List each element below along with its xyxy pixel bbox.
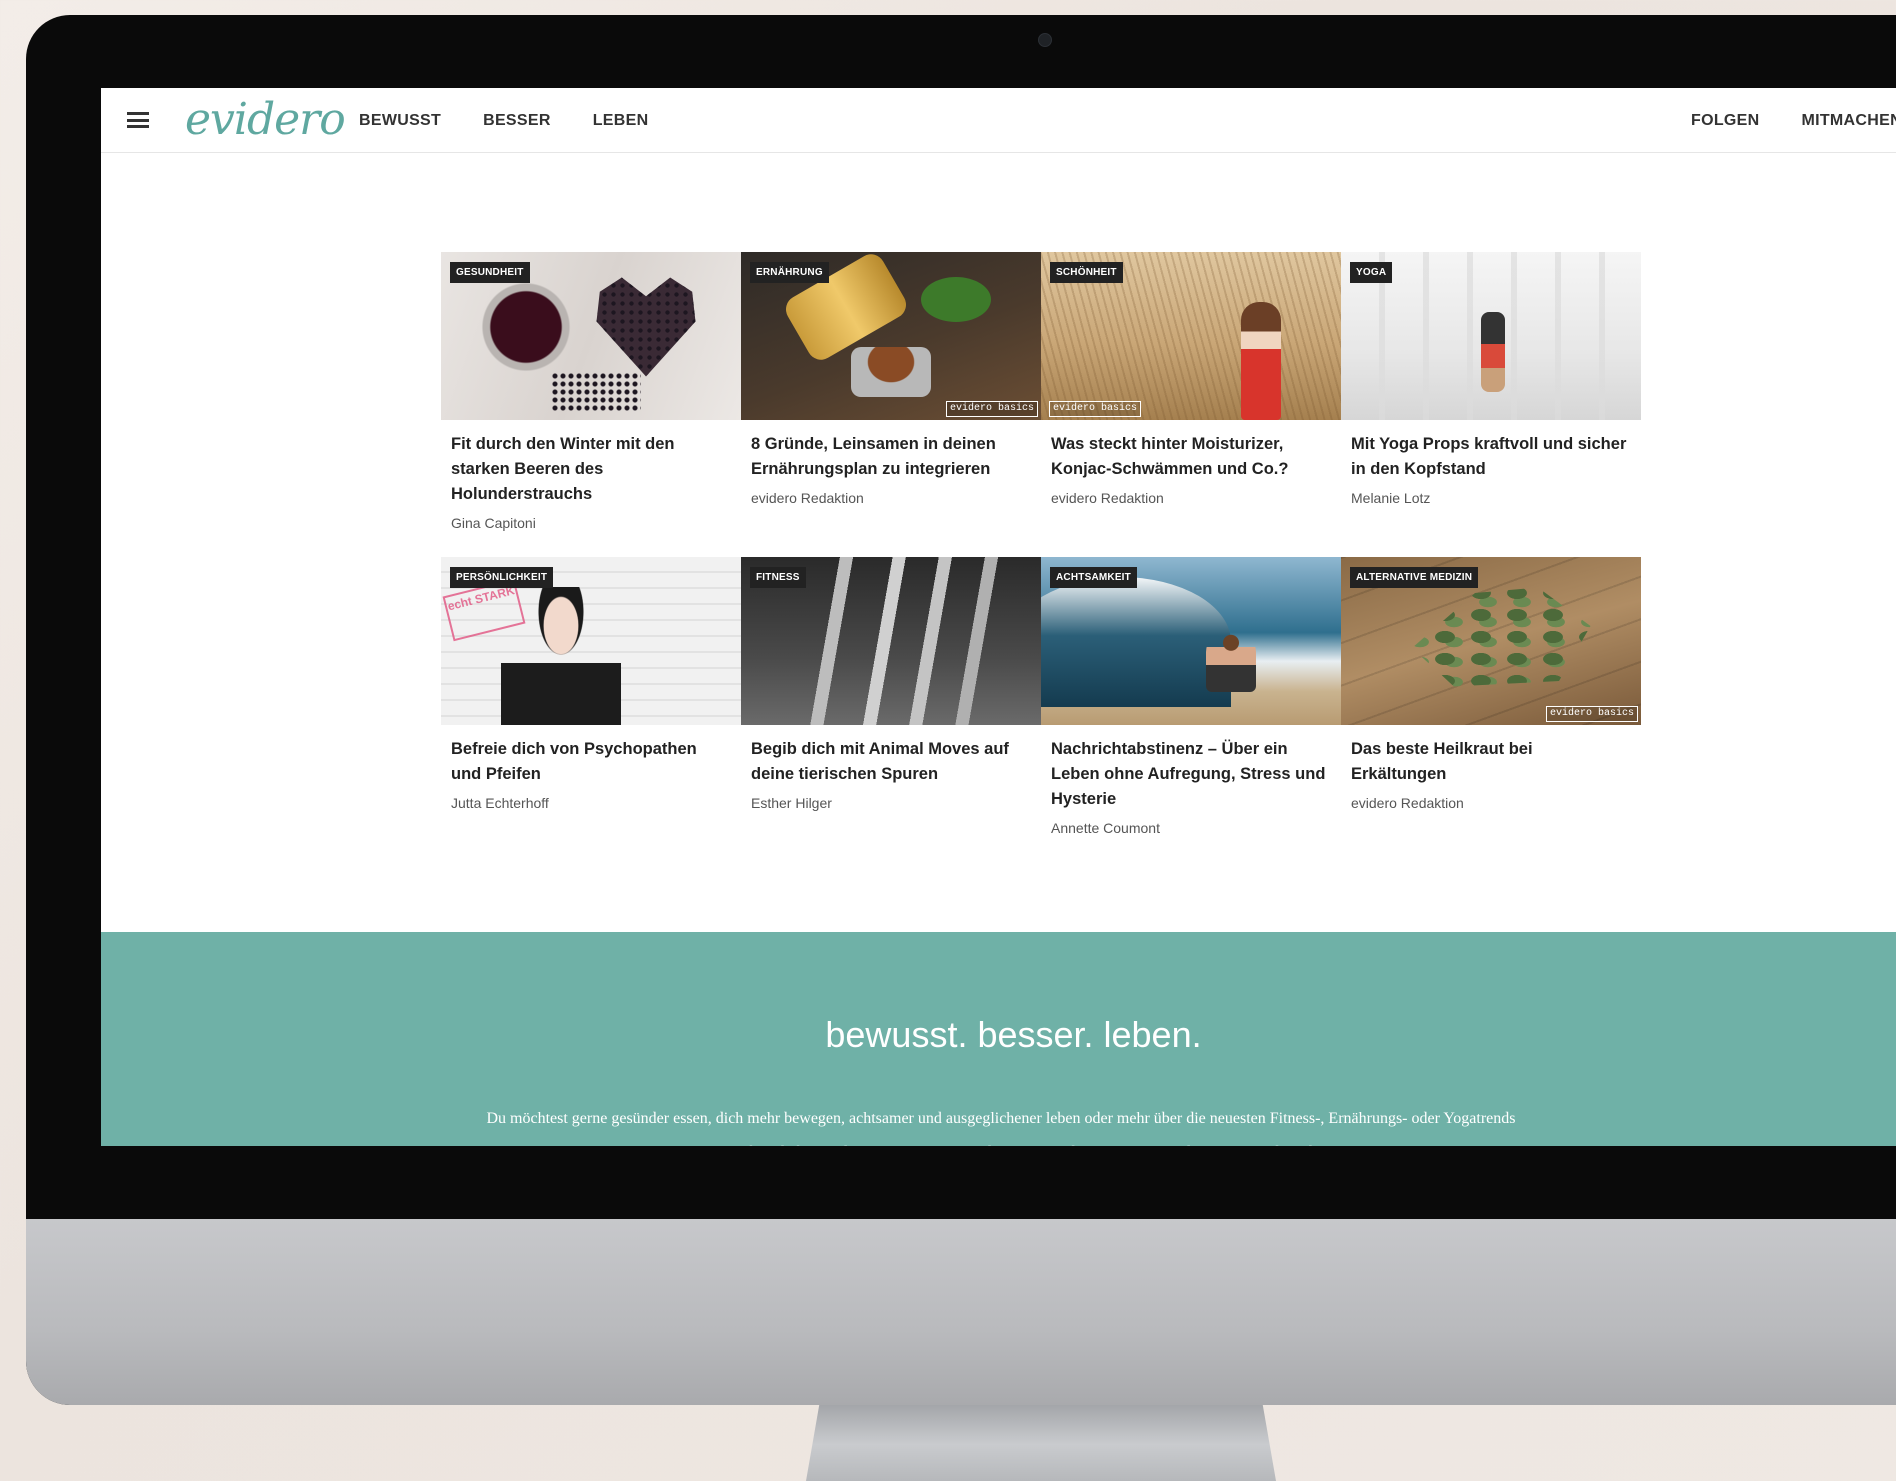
article-card[interactable]: SCHÖNHEIT evidero basics Was steckt hint… — [1041, 252, 1341, 531]
article-image[interactable]: ALTERNATIVE MEDIZIN evidero basics — [1341, 557, 1641, 725]
article-author: Gina Capitoni — [451, 515, 536, 531]
nav-item-leben[interactable]: LEBEN — [593, 112, 649, 130]
article-author: evidero Redaktion — [751, 490, 864, 506]
monitor-chin — [26, 1219, 1896, 1405]
article-image[interactable]: YOGA — [1341, 252, 1641, 420]
nav-item-bewusst[interactable]: BEWUSST — [359, 112, 441, 130]
article-card[interactable]: echt STARK PERSÖNLICHKEIT Befreie dich v… — [441, 557, 741, 836]
category-tag[interactable]: ACHTSAMKEIT — [1050, 567, 1137, 588]
category-tag[interactable]: FITNESS — [750, 567, 806, 588]
basics-badge: evidero basics — [1049, 401, 1142, 417]
basics-badge: evidero basics — [945, 401, 1038, 417]
nav-item-folgen[interactable]: FOLGEN — [1691, 112, 1759, 130]
category-tag[interactable]: GESUNDHEIT — [450, 262, 530, 283]
category-tag[interactable]: YOGA — [1350, 262, 1393, 283]
article-image[interactable]: ERNÄHRUNG evidero basics — [741, 252, 1041, 420]
article-image[interactable]: ACHTSAMKEIT — [1041, 557, 1341, 725]
main-nav: BEWUSST BESSER LEBEN — [359, 112, 648, 130]
category-tag[interactable]: ERNÄHRUNG — [750, 262, 829, 283]
article-title[interactable]: Fit durch den Winter mit den starken Bee… — [451, 432, 731, 507]
article-title[interactable]: Was steckt hinter Moisturizer, Konjac-Sc… — [1051, 432, 1331, 482]
article-card[interactable]: FITNESS Begib dich mit Animal Moves auf … — [741, 557, 1041, 836]
category-tag[interactable]: ALTERNATIVE MEDIZIN — [1350, 567, 1479, 588]
monitor-frame: evidero BEWUSST BESSER LEBEN FOLGEN MITM… — [26, 15, 1896, 1405]
nav-item-mitmachen[interactable]: MITMACHEN — [1801, 112, 1896, 130]
article-author: evidero Redaktion — [1051, 490, 1164, 506]
article-author: Melanie Lotz — [1351, 490, 1431, 506]
article-author: evidero Redaktion — [1351, 795, 1464, 811]
article-title[interactable]: Befreie dich von Psychopathen und Pfeife… — [451, 737, 731, 787]
article-image[interactable]: echt STARK PERSÖNLICHKEIT — [441, 557, 741, 725]
article-title[interactable]: Mit Yoga Props kraftvoll und sicher in d… — [1351, 432, 1631, 482]
article-author: Jutta Echterhoff — [451, 795, 549, 811]
banner-text: Du möchtest gerne gesünder essen, dich m… — [486, 1110, 1516, 1146]
article-image[interactable]: SCHÖNHEIT evidero basics — [1041, 252, 1341, 420]
hamburger-menu-icon[interactable] — [127, 112, 149, 128]
article-title[interactable]: Begib dich mit Animal Moves auf deine ti… — [751, 737, 1031, 787]
article-image[interactable]: FITNESS — [741, 557, 1041, 725]
article-card[interactable]: ERNÄHRUNG evidero basics 8 Gründe, Leins… — [741, 252, 1041, 531]
article-author: Esther Hilger — [751, 795, 832, 811]
article-card[interactable]: ACHTSAMKEIT Nachrichtabstinenz – Über ei… — [1041, 557, 1341, 836]
browser-viewport: evidero BEWUSST BESSER LEBEN FOLGEN MITM… — [101, 88, 1896, 1146]
article-title[interactable]: Nachrichtabstinenz – Über ein Leben ohne… — [1051, 737, 1331, 812]
article-grid: GESUNDHEIT Fit durch den Winter mit den … — [441, 252, 1641, 836]
site-header: evidero BEWUSST BESSER LEBEN FOLGEN MITM… — [101, 88, 1896, 153]
article-title[interactable]: Das beste Heilkraut bei Erkältungen — [1351, 737, 1631, 787]
secondary-nav: FOLGEN MITMACHEN — [1691, 112, 1896, 130]
site-logo[interactable]: evidero — [185, 94, 346, 145]
article-card[interactable]: YOGA Mit Yoga Props kraftvoll und sicher… — [1341, 252, 1641, 531]
article-card[interactable]: GESUNDHEIT Fit durch den Winter mit den … — [441, 252, 741, 531]
camera-icon — [1038, 33, 1052, 47]
banner-title: bewusst. besser. leben. — [825, 1014, 1202, 1055]
category-tag[interactable]: PERSÖNLICHKEIT — [450, 567, 554, 588]
monitor-stand — [806, 1400, 1276, 1481]
article-author: Annette Coumont — [1051, 820, 1160, 836]
article-card[interactable]: ALTERNATIVE MEDIZIN evidero basics Das b… — [1341, 557, 1641, 836]
article-title[interactable]: 8 Gründe, Leinsamen in deinen Ernährungs… — [751, 432, 1031, 482]
article-image[interactable]: GESUNDHEIT — [441, 252, 741, 420]
nav-item-besser[interactable]: BESSER — [483, 112, 551, 130]
basics-badge: evidero basics — [1545, 706, 1638, 722]
intro-banner: bewusst. besser. leben. Du möchtest gern… — [101, 932, 1896, 1146]
category-tag[interactable]: SCHÖNHEIT — [1050, 262, 1123, 283]
